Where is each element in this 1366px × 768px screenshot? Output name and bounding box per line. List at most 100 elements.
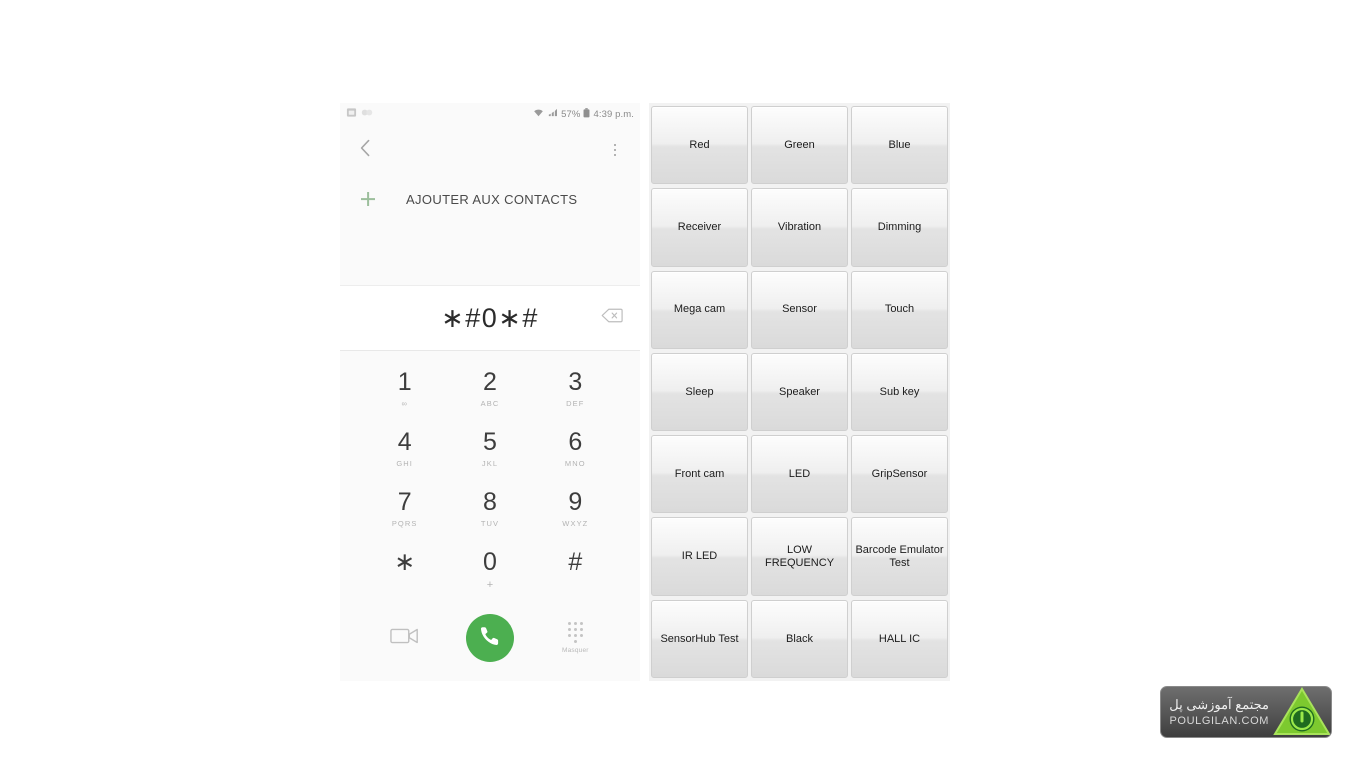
- sim-card-icon: [346, 105, 357, 123]
- signal-bars-icon: [547, 108, 558, 120]
- battery-percent-label: 57%: [561, 108, 581, 120]
- key-digit: 6: [568, 428, 583, 456]
- test-button-sensorhub[interactable]: SensorHub Test: [651, 599, 748, 678]
- test-button-barcode-emulator[interactable]: Barcode Emulator Test: [851, 517, 948, 596]
- key-8[interactable]: 8 TUV: [447, 479, 532, 539]
- overflow-menu-icon-dot3: [613, 153, 617, 157]
- key-digit: 1: [397, 368, 412, 396]
- keypad-row: 4 GHI 5 JKL 6 MNO: [362, 419, 618, 479]
- key-digit: 5: [483, 428, 497, 456]
- battery-icon: [583, 107, 590, 121]
- key-5[interactable]: 5 JKL: [447, 419, 532, 479]
- key-digit: 7: [397, 488, 412, 516]
- sync-icon: [361, 105, 373, 123]
- key-2[interactable]: 2 ABC: [447, 359, 532, 419]
- key-hash[interactable]: #: [533, 539, 618, 599]
- test-button-blue[interactable]: Blue: [851, 106, 948, 185]
- hide-keypad-label: Masquer: [561, 647, 589, 654]
- test-button-mega-cam[interactable]: Mega cam: [651, 270, 748, 349]
- watermark-text-block: مجتمع آموزشی پل POULGILAN.COM: [1161, 697, 1273, 727]
- test-button-ir-led[interactable]: IR LED: [651, 517, 748, 596]
- call-button[interactable]: [465, 614, 514, 662]
- back-button[interactable]: [354, 139, 376, 161]
- backspace-icon: [601, 308, 623, 328]
- status-bar-indicators: 57% 4:39 p.m.: [533, 107, 634, 121]
- keypad-row: ∗ 0 + #: [362, 539, 618, 599]
- test-button-front-cam[interactable]: Front cam: [651, 435, 748, 514]
- test-button-sub-key[interactable]: Sub key: [851, 352, 948, 432]
- wifi-icon: [533, 108, 544, 120]
- watermark-farsi-text: مجتمع آموزشی پل: [1169, 697, 1269, 712]
- key-1[interactable]: 1 ∞: [362, 359, 447, 419]
- test-button-sensor[interactable]: Sensor: [751, 270, 848, 349]
- add-to-contacts-button[interactable]: AJOUTER AUX CONTACTS: [340, 175, 640, 223]
- back-chevron-icon: [359, 139, 372, 162]
- key-digit: 2: [483, 368, 497, 396]
- keypad-row: 1 ∞ 2 ABC 3 DEF: [362, 359, 618, 419]
- key-sublabel: GHI: [396, 459, 413, 468]
- test-button-grid: Red Green Blue Receiver Vibration Dimmin…: [651, 106, 948, 678]
- keypad-dots-icon: [567, 622, 583, 643]
- dialer-panel: 57% 4:39 p.m. AJOUTER AUX CONTACTS ∗#0∗#…: [340, 103, 640, 681]
- key-9[interactable]: 9 WXYZ: [533, 479, 618, 539]
- key-sublabel: +: [486, 579, 494, 591]
- add-to-contacts-label: AJOUTER AUX CONTACTS: [406, 191, 578, 207]
- key-sublabel: WXYZ: [562, 519, 589, 528]
- status-bar: 57% 4:39 p.m.: [340, 103, 640, 125]
- contacts-results-area: [340, 223, 640, 285]
- key-sublabel: MNO: [564, 459, 586, 468]
- status-bar-notifications: [346, 105, 373, 123]
- dial-keypad: 1 ∞ 2 ABC 3 DEF 4 GHI 5 JKL 6 MNO 7 PQRS…: [340, 351, 640, 599]
- test-button-grip-sensor[interactable]: GripSensor: [851, 435, 948, 514]
- test-button-sleep[interactable]: Sleep: [651, 352, 748, 432]
- dialed-number-value[interactable]: ∗#0∗#: [441, 303, 539, 334]
- overflow-menu-button[interactable]: [604, 137, 626, 163]
- screen-root: 57% 4:39 p.m. AJOUTER AUX CONTACTS ∗#0∗#…: [0, 0, 1366, 768]
- action-bar: [340, 125, 640, 175]
- power-triangle-icon: [1273, 687, 1331, 737]
- test-button-black[interactable]: Black: [751, 599, 848, 678]
- key-star[interactable]: ∗: [362, 539, 447, 599]
- hardware-test-panel: Red Green Blue Receiver Vibration Dimmin…: [649, 103, 950, 681]
- key-digit: 9: [568, 488, 583, 516]
- backspace-button[interactable]: [598, 306, 626, 330]
- test-button-receiver[interactable]: Receiver: [651, 188, 748, 267]
- key-7[interactable]: 7 PQRS: [362, 479, 447, 539]
- hide-keypad-button[interactable]: Masquer: [533, 622, 618, 654]
- call-handset-icon: [478, 624, 502, 653]
- test-button-speaker[interactable]: Speaker: [751, 352, 848, 432]
- video-call-icon: [389, 626, 420, 651]
- key-sublabel: PQRS: [391, 519, 418, 528]
- video-call-button[interactable]: [362, 626, 447, 651]
- key-6[interactable]: 6 MNO: [533, 419, 618, 479]
- key-4[interactable]: 4 GHI: [362, 419, 447, 479]
- dialer-bottom-bar: Masquer: [340, 599, 640, 677]
- overflow-menu-icon: [613, 143, 617, 147]
- key-sublabel: ∞: [401, 399, 408, 408]
- key-digit: ∗: [394, 548, 416, 576]
- key-0[interactable]: 0 +: [447, 539, 532, 599]
- dialed-number-display: ∗#0∗#: [340, 285, 640, 351]
- key-digit: #: [568, 548, 583, 576]
- key-3[interactable]: 3 DEF: [533, 359, 618, 419]
- test-button-led[interactable]: LED: [751, 435, 848, 514]
- call-button-cell: [447, 614, 532, 662]
- test-button-low-frequency[interactable]: LOW FREQUENCY: [751, 517, 848, 596]
- key-digit: 8: [483, 488, 497, 516]
- status-bar-clock: 4:39 p.m.: [593, 108, 634, 120]
- key-digit: 3: [568, 368, 583, 396]
- watermark-english-text: POULGILAN.COM: [1169, 715, 1269, 727]
- test-button-hall-ic[interactable]: HALL IC: [851, 599, 948, 678]
- site-watermark-logo: مجتمع آموزشی پل POULGILAN.COM: [1160, 686, 1332, 738]
- test-button-red[interactable]: Red: [651, 106, 748, 185]
- key-sublabel: TUV: [480, 519, 500, 528]
- key-digit: 4: [397, 428, 412, 456]
- overflow-menu-icon-dot2: [613, 148, 617, 152]
- test-button-dimming[interactable]: Dimming: [851, 188, 948, 267]
- test-button-touch[interactable]: Touch: [851, 270, 948, 349]
- test-button-green[interactable]: Green: [751, 106, 848, 185]
- test-button-vibration[interactable]: Vibration: [751, 188, 848, 267]
- plus-icon: [358, 189, 378, 209]
- key-sublabel: DEF: [566, 399, 585, 408]
- key-digit: 0: [483, 548, 497, 576]
